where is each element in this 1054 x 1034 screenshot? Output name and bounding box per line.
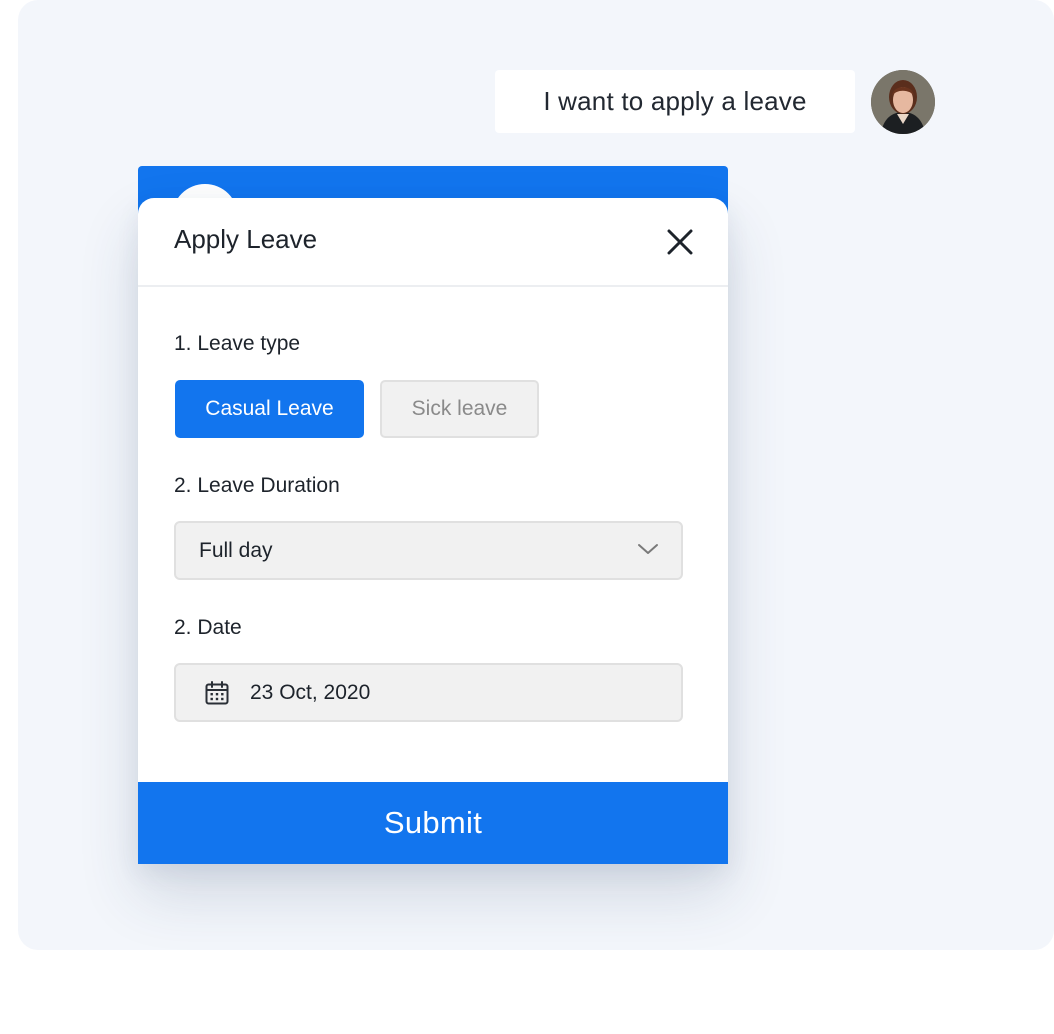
leave-duration-select[interactable]: Full day xyxy=(174,521,683,580)
calendar-icon xyxy=(205,681,229,705)
leave-type-label: 1. Leave type xyxy=(174,332,301,355)
chevron-down-icon xyxy=(638,544,658,554)
leave-duration-value: Full day xyxy=(199,539,273,562)
casual-leave-label: Casual Leave xyxy=(205,397,334,420)
sick-leave-label: Sick leave xyxy=(411,397,508,420)
date-input[interactable]: 23 Oct, 2020 xyxy=(174,663,683,722)
apply-leave-modal: Apply Leave 1. Leave type Casual Leave S… xyxy=(138,198,728,864)
submit-button[interactable]: Submit xyxy=(138,782,728,864)
user-avatar xyxy=(871,70,935,134)
user-message-bubble: I want to apply a leave xyxy=(495,70,855,133)
leave-duration-label: 2. Leave Duration xyxy=(174,474,340,497)
close-button[interactable] xyxy=(662,224,698,260)
date-value: 23 Oct, 2020 xyxy=(250,681,371,704)
casual-leave-option[interactable]: Casual Leave xyxy=(175,380,364,438)
user-message-text: I want to apply a leave xyxy=(543,86,807,116)
sick-leave-option[interactable]: Sick leave xyxy=(380,380,539,438)
modal-title: Apply Leave xyxy=(174,224,318,254)
submit-label: Submit xyxy=(383,805,483,840)
date-label: 2. Date xyxy=(174,616,242,639)
modal-header: Apply Leave xyxy=(138,198,728,287)
avatar-portrait-icon xyxy=(871,70,935,134)
close-icon xyxy=(667,229,693,255)
